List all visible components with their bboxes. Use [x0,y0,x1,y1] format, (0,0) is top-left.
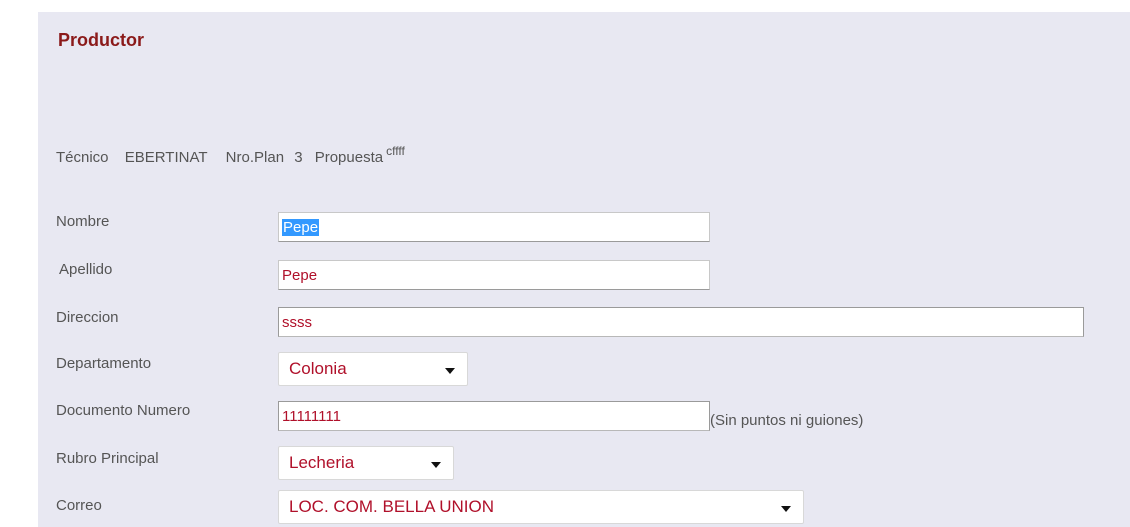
tecnico-label: Técnico [56,149,109,166]
direccion-input[interactable]: ssss [278,307,1084,337]
plan-label: Nro.Plan [225,149,285,166]
plan-info-line: Técnico EBERTINAT Nro.Plan 3 Propuesta cf… [56,144,411,166]
departamento-label: Departamento [56,355,152,372]
departamento-value: Colonia [289,359,347,378]
propuesta-label: Propuesta [314,149,384,166]
rubro-label: Rubro Principal [56,450,159,467]
chevron-down-icon [781,506,791,512]
documento-label: Documento Numero [56,402,191,419]
form-panel: Productor Técnico EBERTINAT Nro.Plan 3 P… [38,12,1130,527]
propuesta-value: cffff [386,144,405,158]
documento-hint: (Sin puntos ni guiones) [710,412,864,429]
nombre-input[interactable]: Pepe [278,212,710,242]
section-title: Productor [58,30,145,50]
apellido-label: Apellido [59,261,113,278]
correo-label: Correo [56,497,102,514]
plan-value: 3 [294,149,303,166]
nombre-value: Pepe [282,219,320,236]
direccion-label: Direccion [56,309,119,326]
nombre-label: Nombre [56,213,110,230]
chevron-down-icon [431,462,441,468]
correo-select[interactable]: LOC. COM. BELLA UNION [278,490,804,524]
departamento-select[interactable]: Colonia [278,352,468,386]
rubro-select[interactable]: Lecheria [278,446,454,480]
correo-value: LOC. COM. BELLA UNION [289,497,494,516]
documento-input[interactable]: 11111111 [278,401,710,431]
rubro-value: Lecheria [289,453,355,472]
apellido-input[interactable]: Pepe [278,260,710,290]
chevron-down-icon [445,368,455,374]
tecnico-value: EBERTINAT [124,149,208,166]
